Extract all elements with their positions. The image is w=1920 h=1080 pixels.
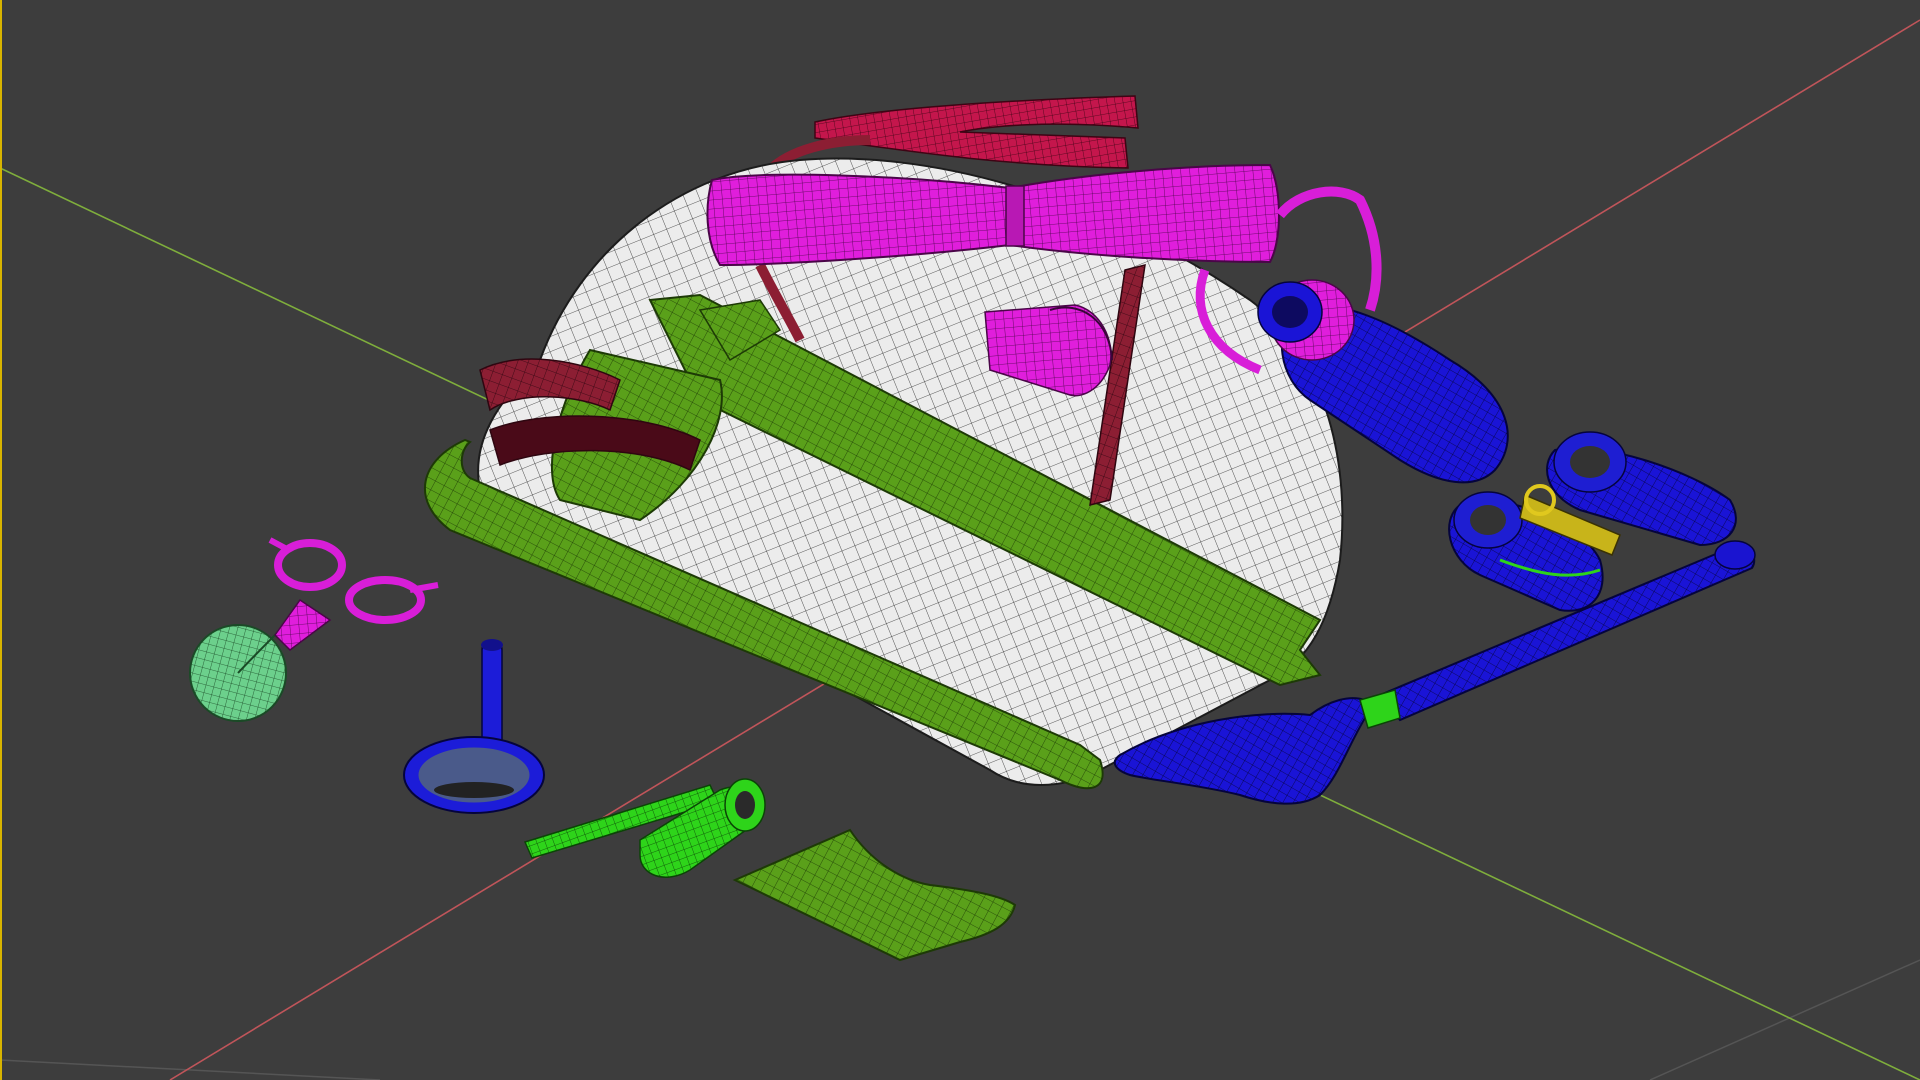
grid-lines xyxy=(0,959,1920,1080)
scissors-ball-mesh[interactable] xyxy=(189,537,439,722)
magnifier-mesh[interactable] xyxy=(403,639,545,814)
3d-viewport[interactable] xyxy=(0,0,1920,1080)
viewport-canvas xyxy=(0,0,1920,1080)
pouch-mesh[interactable] xyxy=(732,828,1017,962)
flashlight-mesh[interactable] xyxy=(523,778,766,878)
